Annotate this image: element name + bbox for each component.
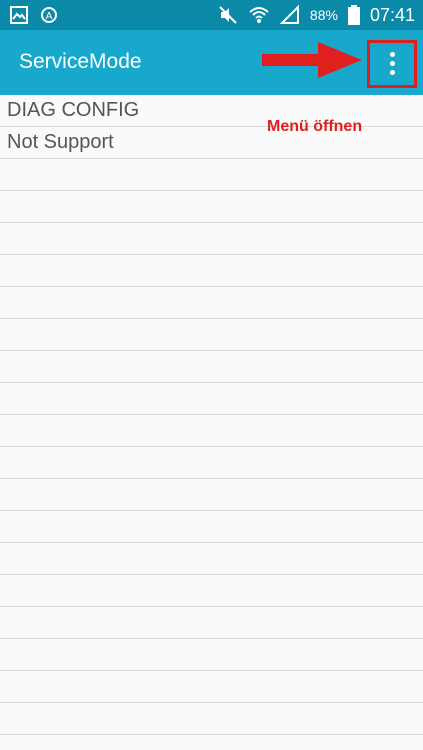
app-title: ServiceMode <box>19 50 142 73</box>
service-list: DIAG CONFIG Not Support <box>0 95 423 750</box>
empty-list-row <box>0 415 423 447</box>
empty-list-row <box>0 351 423 383</box>
mute-icon <box>219 6 237 24</box>
svg-text:A: A <box>46 11 53 22</box>
image-icon <box>10 6 28 24</box>
empty-list-row <box>0 383 423 415</box>
empty-list-row <box>0 191 423 223</box>
overflow-menu-icon <box>390 52 395 76</box>
empty-list-row <box>0 223 423 255</box>
empty-list-row <box>0 639 423 671</box>
empty-list-row <box>0 159 423 191</box>
empty-list-row <box>0 255 423 287</box>
overflow-menu-button[interactable] <box>367 40 417 88</box>
empty-list-row <box>0 319 423 351</box>
empty-list-row <box>0 543 423 575</box>
list-item-label: DIAG CONFIG <box>7 99 140 121</box>
empty-list-row <box>0 607 423 639</box>
status-left-icons: A <box>10 6 58 24</box>
battery-icon <box>347 5 360 25</box>
empty-list-row <box>0 447 423 479</box>
empty-list-row <box>0 511 423 543</box>
at-sign-icon: A <box>41 7 57 23</box>
empty-list-row <box>0 575 423 607</box>
list-item-label: Not Support <box>7 131 114 153</box>
empty-list-row <box>0 671 423 703</box>
arrow-annotation-icon <box>262 42 362 78</box>
empty-list-row <box>0 479 423 511</box>
empty-list-row <box>0 287 423 319</box>
battery-percent: 88% <box>309 7 338 23</box>
status-bar: A 88% 07:41 <box>0 0 423 30</box>
status-right-icons: 88% 07:41 <box>218 3 415 27</box>
wifi-icon <box>249 7 269 23</box>
clock: 07:41 <box>369 5 415 25</box>
empty-list-row <box>0 703 423 735</box>
menu-annotation-label: Menü öffnen <box>267 118 363 135</box>
signal-icon <box>279 5 299 24</box>
